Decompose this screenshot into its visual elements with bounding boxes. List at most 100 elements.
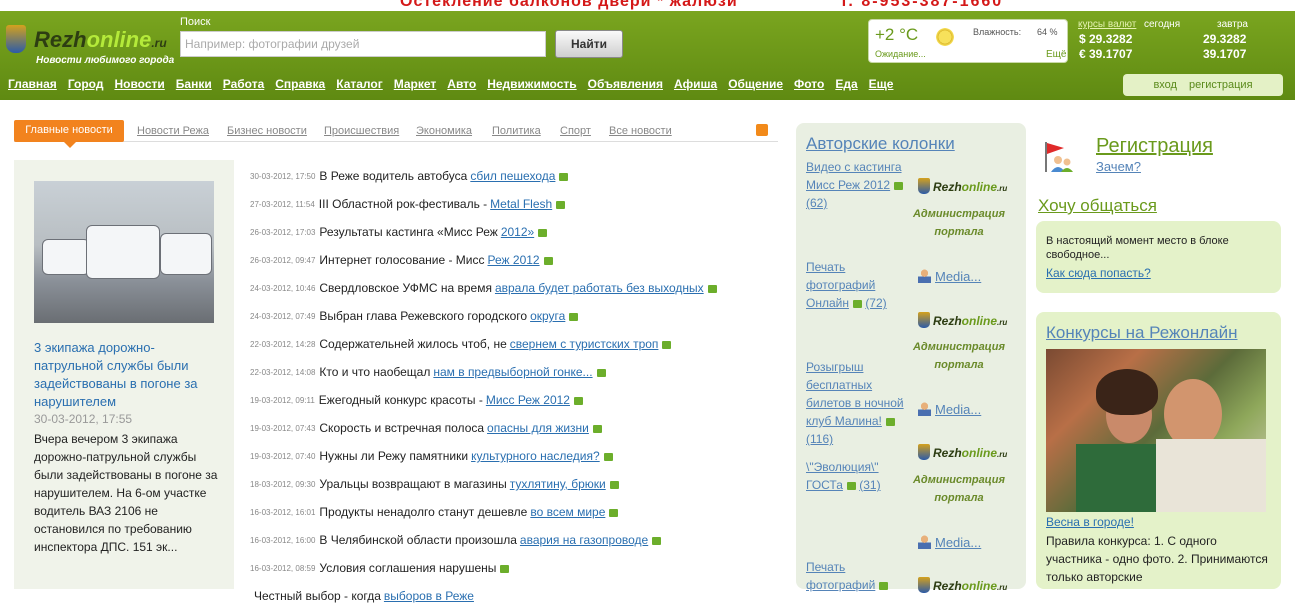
comment-icon[interactable]	[556, 201, 566, 209]
tab-sport[interactable]: Спорт	[560, 125, 591, 137]
news-link[interactable]: опасны для жизни	[487, 421, 589, 435]
tab-incidents[interactable]: Происшествия	[324, 125, 399, 137]
column-item-text[interactable]: Видео с кастинга Мисс Реж 2012	[806, 160, 902, 192]
comment-icon[interactable]	[652, 537, 662, 545]
contest-photo-caption[interactable]: Весна в городе!	[1046, 515, 1134, 529]
rss-icon[interactable]	[756, 124, 768, 136]
news-text: Нужны ли Режу памятники	[319, 449, 469, 463]
news-link[interactable]: культурного наследия?	[471, 449, 600, 463]
column-author-media[interactable]: Media...	[918, 402, 981, 417]
logo-part-online: online	[961, 446, 998, 460]
news-link[interactable]: нам в предвыборной гонке...	[433, 365, 592, 379]
news-link[interactable]: Реж 2012	[488, 253, 540, 267]
nav-item-social[interactable]: Общение	[728, 77, 783, 91]
register-link[interactable]: регистрация	[1189, 79, 1253, 91]
column-author-media[interactable]: Media...	[918, 535, 981, 550]
nav-item-info[interactable]: Справка	[275, 77, 325, 91]
comment-icon[interactable]	[573, 397, 583, 405]
news-text: Содержательней жилось чтоб, не	[319, 337, 507, 351]
column-item[interactable]: Розыгрыш бесплатных билетов в ночной клу…	[806, 358, 911, 448]
news-link[interactable]: выборов в Реже	[384, 589, 474, 603]
news-link[interactable]: сбил пешехода	[470, 169, 555, 183]
nav-item-news[interactable]: Новости	[114, 77, 164, 91]
comment-icon[interactable]	[592, 425, 602, 433]
comment-icon[interactable]	[662, 341, 672, 349]
comment-icon[interactable]	[543, 257, 553, 265]
news-link[interactable]: во всем мире	[530, 505, 605, 519]
comment-icon[interactable]	[500, 565, 510, 573]
nav-item-catalog[interactable]: Каталог	[336, 77, 383, 91]
column-item-count[interactable]: (116)	[806, 432, 833, 446]
nav-item-auto[interactable]: Авто	[447, 77, 476, 91]
nav-item-realty[interactable]: Недвижимость	[487, 77, 576, 91]
tab-all-news[interactable]: Все новости	[609, 125, 672, 137]
comment-icon	[852, 300, 862, 308]
author-columns-title[interactable]: Авторские колонки	[806, 134, 955, 154]
column-item[interactable]: Печать фотографий Онлайн (72)	[806, 258, 911, 312]
featured-news-title[interactable]: 3 экипажа дорожно-патрульной службы были…	[34, 339, 214, 411]
column-item[interactable]: \"Эволюция\" ГОСТа (31)	[806, 458, 911, 494]
news-link[interactable]: Metal Flesh	[490, 197, 552, 211]
news-link[interactable]: авария на газопроводе	[520, 533, 648, 547]
tab-economy[interactable]: Экономика	[416, 125, 472, 137]
weather-more-link[interactable]: Ещё	[1046, 49, 1066, 60]
news-link[interactable]: Мисс Реж 2012	[486, 393, 570, 407]
city-emblem-icon	[6, 25, 26, 53]
want-to-chat-title[interactable]: Хочу общаться	[1038, 196, 1157, 216]
contests-title[interactable]: Конкурсы на Режонлайн	[1046, 323, 1237, 343]
search-input[interactable]	[180, 31, 546, 57]
column-author-name[interactable]: Media...	[935, 402, 981, 417]
nav-item-banks[interactable]: Банки	[176, 77, 212, 91]
news-link[interactable]: аврала будет работать без выходных	[495, 281, 704, 295]
site-logo[interactable]: Rezhonline.ru	[34, 27, 167, 53]
column-author-media[interactable]: Media...	[918, 269, 981, 284]
currency-rates-link[interactable]: курсы валют	[1078, 19, 1136, 30]
comment-icon[interactable]	[609, 481, 619, 489]
nav-item-events[interactable]: Афиша	[674, 77, 717, 91]
nav-item-jobs[interactable]: Работа	[223, 77, 265, 91]
nav-item-photo[interactable]: Фото	[794, 77, 824, 91]
column-author-name[interactable]: Media...	[935, 269, 981, 284]
registration-title[interactable]: Регистрация	[1096, 135, 1213, 158]
tab-business[interactable]: Бизнес новости	[227, 125, 307, 137]
comment-icon[interactable]	[609, 509, 619, 517]
tab-politics[interactable]: Политика	[492, 125, 541, 137]
column-item-count[interactable]: (31)	[859, 478, 880, 492]
featured-news-image[interactable]	[34, 181, 214, 323]
comment-icon[interactable]	[603, 453, 613, 461]
nav-item-home[interactable]: Главная	[8, 77, 57, 91]
nav-item-ads[interactable]: Объявления	[588, 77, 663, 91]
column-author-name[interactable]: Media...	[935, 535, 981, 550]
login-link[interactable]: вход	[1153, 79, 1177, 91]
column-item-count[interactable]: (72)	[865, 296, 886, 310]
logo-part-ru: .ru	[997, 318, 1008, 327]
logo-part-ru: .ru	[997, 450, 1008, 459]
column-item-count[interactable]: (62)	[806, 196, 827, 210]
column-item-text[interactable]: Печать фотографий	[806, 560, 875, 592]
news-link[interactable]: тухлятину, брюки	[510, 477, 606, 491]
how-to-get-here-link[interactable]: Как сюда попасть?	[1046, 266, 1151, 280]
search-button[interactable]: Найти	[555, 30, 623, 58]
comment-icon[interactable]	[569, 313, 579, 321]
comment-icon[interactable]	[559, 173, 569, 181]
column-item[interactable]: Видео с кастинга Мисс Реж 2012 (62)	[806, 158, 911, 212]
contest-photo[interactable]	[1046, 349, 1266, 512]
news-link[interactable]: свернем с туристских троп	[510, 337, 659, 351]
comment-icon[interactable]	[538, 229, 548, 237]
featured-news-date: 30-03-2012, 17:55	[34, 412, 133, 426]
registration-why-link[interactable]: Зачем?	[1096, 159, 1141, 174]
news-item: Честный выбор - когда выборов в Реже	[250, 582, 780, 610]
tab-rezh-news[interactable]: Новости Режа	[137, 125, 209, 137]
tab-main-news[interactable]: Главные новости	[14, 120, 124, 148]
news-link[interactable]: округа	[530, 309, 565, 323]
nav-item-market[interactable]: Маркет	[394, 77, 437, 91]
news-link[interactable]: 2012»	[501, 225, 534, 239]
nav-item-more[interactable]: Еще	[869, 77, 894, 91]
ad-banner[interactable]: Остекление балконов двери * жалюзи т. 8-…	[0, 0, 1295, 11]
comment-icon[interactable]	[707, 285, 717, 293]
comment-icon[interactable]	[596, 369, 606, 377]
nav-item-food[interactable]: Еда	[835, 77, 857, 91]
nav-item-city[interactable]: Город	[68, 77, 104, 91]
logo-part-ru: .ru	[151, 36, 167, 50]
news-date: 22-03-2012, 14:28	[250, 339, 316, 349]
